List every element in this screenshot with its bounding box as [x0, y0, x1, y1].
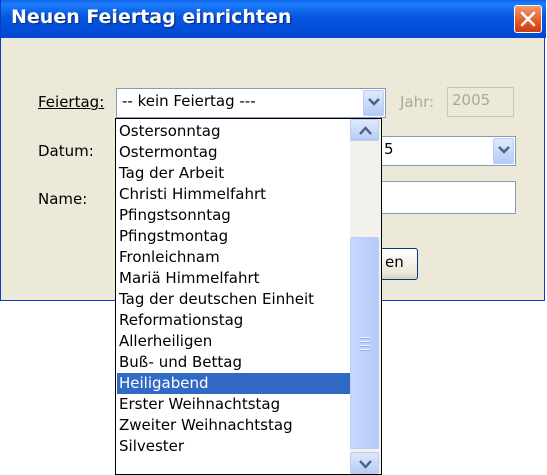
holiday-select-dropdown-button[interactable]: [363, 90, 384, 116]
dropdown-option[interactable]: Reformationstag: [117, 310, 351, 331]
dropdown-option[interactable]: Erster Weihnachtstag: [117, 394, 351, 415]
close-button[interactable]: [514, 5, 542, 33]
dropdown-option[interactable]: Ostersonntag: [117, 121, 351, 142]
holiday-select[interactable]: -- kein Feiertag ---: [116, 88, 386, 118]
year-field: 2005: [447, 87, 514, 117]
title-bar[interactable]: Neuen Feiertag einrichten: [1, 0, 546, 38]
dropdown-option[interactable]: Buß- und Bettag: [117, 352, 351, 373]
chevron-up-icon: [359, 126, 372, 135]
close-icon: [520, 11, 536, 27]
holiday-label: Feiertag:: [38, 93, 104, 111]
dropdown-option[interactable]: Christi Himmelfahrt: [117, 184, 351, 205]
dropdown-option[interactable]: Ostermontag: [117, 142, 351, 163]
dropdown-scrollbar[interactable]: [350, 119, 381, 474]
chevron-down-icon: [359, 460, 372, 469]
dropdown-option[interactable]: Allerheiligen: [117, 331, 351, 352]
dropdown-option[interactable]: Mariä Himmelfahrt: [117, 268, 351, 289]
dropdown-option[interactable]: Zweiter Weihnachtstag: [117, 415, 351, 436]
year-label: Jahr:: [400, 93, 435, 111]
dropdown-option[interactable]: Fronleichnam: [117, 247, 351, 268]
scroll-thumb-grip: [360, 337, 370, 353]
dropdown-option[interactable]: Silvester: [117, 436, 351, 457]
scroll-down-button[interactable]: [350, 452, 379, 474]
date-value-partial: 5: [384, 140, 394, 158]
scroll-up-button[interactable]: [350, 119, 379, 141]
date-label: Datum:: [38, 142, 94, 160]
name-label: Name:: [38, 190, 88, 208]
window-title: Neuen Feiertag einrichten: [11, 6, 292, 28]
dropdown-option[interactable]: Pfingstsonntag: [117, 205, 351, 226]
holiday-label-text: Feiertag:: [38, 93, 105, 111]
dialog-button-label: en: [385, 253, 404, 271]
dropdown-option[interactable]: Tag der deutschen Einheit: [117, 289, 351, 310]
chevron-down-icon: [368, 98, 380, 106]
scroll-thumb[interactable]: [350, 237, 379, 449]
date-picker-dropdown-button[interactable]: [493, 138, 514, 164]
holiday-select-value: -- kein Feiertag ---: [122, 92, 256, 110]
holiday-dropdown-list[interactable]: Ostersonntag Ostermontag Tag der Arbeit Chr…: [115, 118, 382, 475]
dropdown-option[interactable]: Pfingstmontag: [117, 226, 351, 247]
chevron-down-icon: [498, 146, 510, 154]
dropdown-option[interactable]: Heiligabend: [117, 373, 351, 394]
dropdown-option[interactable]: Tag der Arbeit: [117, 163, 351, 184]
